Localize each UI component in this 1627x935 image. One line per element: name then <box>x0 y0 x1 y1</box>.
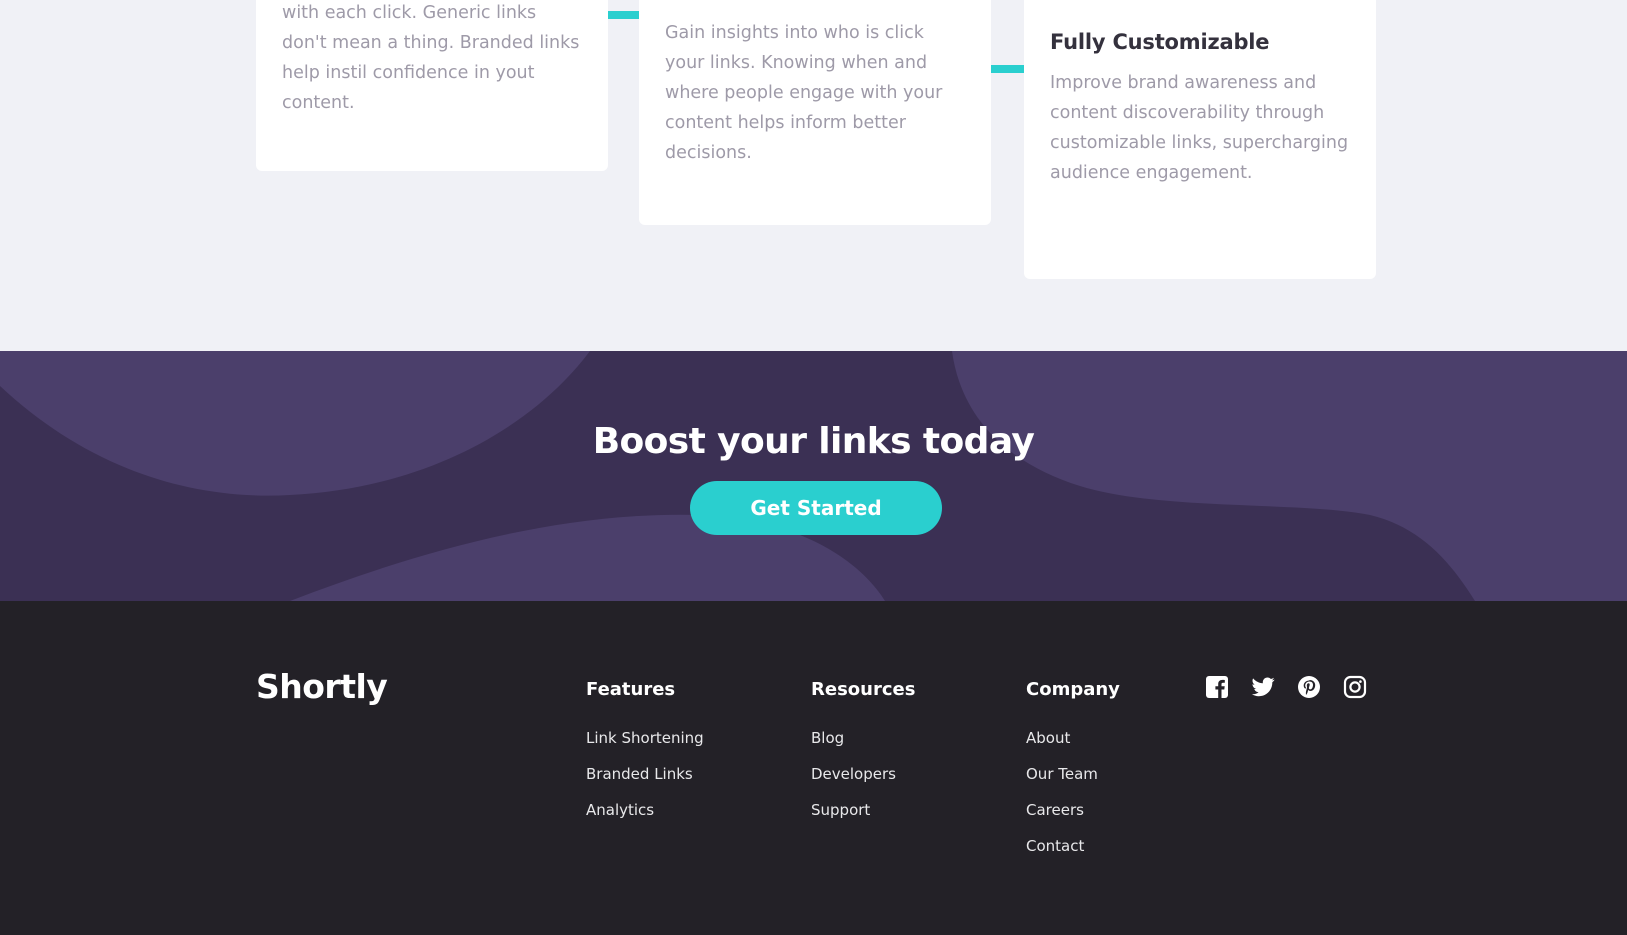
card-connector <box>608 11 639 19</box>
footer-link-contact[interactable]: Contact <box>1026 836 1120 872</box>
footer-link-analytics[interactable]: Analytics <box>586 800 704 836</box>
footer-link-our-team[interactable]: Our Team <box>1026 764 1120 800</box>
stat-card-title: Fully Customizable <box>1050 30 1270 54</box>
boost-section: Boost your links today Get Started <box>0 351 1627 601</box>
footer-column-title: Company <box>1026 679 1120 700</box>
boost-background-shapes <box>0 351 1627 601</box>
instagram-icon[interactable] <box>1343 675 1367 699</box>
stat-card-description: with each click. Generic links don't mea… <box>282 3 580 113</box>
footer-column-resources: Resources Blog Developers Support <box>811 679 915 836</box>
footer-link-link-shortening[interactable]: Link Shortening <box>586 728 704 764</box>
footer-link-about[interactable]: About <box>1026 728 1120 764</box>
stat-card-brand-recognition: with each click. Generic links don't mea… <box>256 0 608 171</box>
twitter-icon[interactable] <box>1251 675 1275 699</box>
footer-column-title: Features <box>586 679 676 700</box>
footer-link-blog[interactable]: Blog <box>811 728 915 764</box>
footer-column-features: Features Link Shortening Branded Links A… <box>586 679 704 836</box>
stat-card-description: Improve brand awareness and content disc… <box>1050 73 1349 183</box>
pinterest-icon[interactable] <box>1297 675 1321 699</box>
site-footer: Shortly Features Link Shortening Branded… <box>0 601 1627 935</box>
get-started-button[interactable]: Get Started <box>690 481 942 535</box>
footer-column-title: Resources <box>811 679 916 700</box>
footer-logo[interactable]: Shortly <box>256 667 388 706</box>
stat-card-fully-customizable: Fully Customizable Improve brand awarene… <box>1024 0 1376 279</box>
boost-heading: Boost your links today <box>592 421 1035 462</box>
footer-link-support[interactable]: Support <box>811 800 915 836</box>
statistics-section: with each click. Generic links don't mea… <box>0 0 1627 351</box>
footer-link-developers[interactable]: Developers <box>811 764 915 800</box>
social-links <box>1205 675 1367 699</box>
stat-card-description: Gain insights into who is click your lin… <box>665 23 943 163</box>
stat-card-detailed-records: Gain insights into who is click your lin… <box>639 0 991 225</box>
facebook-icon[interactable] <box>1205 675 1229 699</box>
card-connector <box>991 65 1024 73</box>
footer-link-careers[interactable]: Careers <box>1026 800 1120 836</box>
footer-column-company: Company About Our Team Careers Contact <box>1026 679 1120 872</box>
footer-link-branded-links[interactable]: Branded Links <box>586 764 704 800</box>
